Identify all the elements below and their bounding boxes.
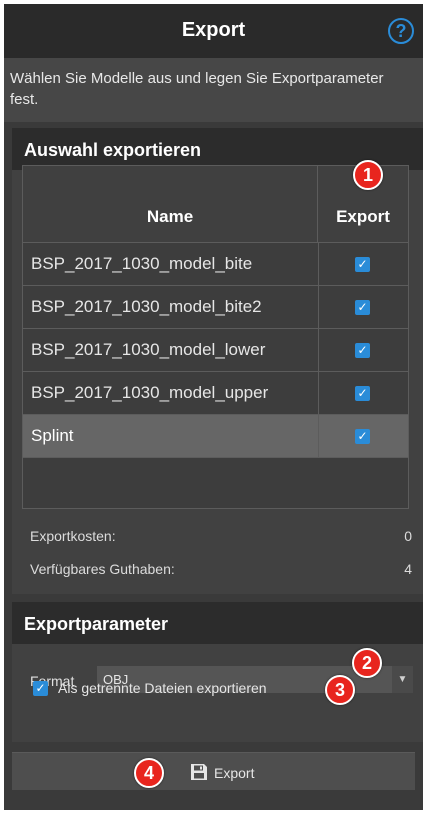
table-row-selected[interactable]: Splint ✓ — [23, 415, 408, 458]
parameters-section-title: Exportparameter — [24, 614, 169, 634]
callout-badge-2: 2 — [352, 648, 382, 678]
export-checkbox[interactable]: ✓ — [355, 300, 370, 315]
row-divider — [318, 286, 319, 328]
separate-files-label[interactable]: Als getrennte Dateien exportieren — [58, 680, 267, 696]
table-header: Name Export — [23, 166, 408, 243]
export-costs-label: Exportkosten: — [30, 528, 116, 544]
selection-section-title: Auswahl exportieren — [24, 140, 202, 160]
model-name: BSP_2017_1030_model_bite — [31, 254, 253, 273]
available-credit-label: Verfügbares Guthaben: — [30, 561, 175, 577]
parameters-section-header[interactable]: Exportparameter — [12, 602, 423, 644]
model-name: BSP_2017_1030_model_upper — [31, 383, 269, 402]
name-column-header[interactable]: Name — [23, 166, 318, 242]
panel-header: Export ? — [4, 4, 423, 58]
callout-badge-1: 1 — [353, 160, 383, 190]
row-divider — [318, 243, 319, 285]
name-column-label: Name — [146, 207, 194, 226]
model-name: BSP_2017_1030_model_lower — [31, 340, 266, 359]
row-divider — [318, 329, 319, 371]
panel-title: Export — [181, 19, 246, 41]
help-icon[interactable]: ? — [388, 18, 414, 44]
model-name: BSP_2017_1030_model_bite2 — [31, 297, 262, 316]
model-name: Splint — [31, 426, 74, 445]
callout-badge-4: 4 — [134, 758, 164, 788]
export-checkbox[interactable]: ✓ — [355, 257, 370, 272]
description-text: Wählen Sie Modelle aus und legen Sie Exp… — [10, 70, 384, 108]
table-row[interactable]: BSP_2017_1030_model_bite2 ✓ — [23, 286, 408, 329]
row-divider — [318, 372, 319, 414]
export-button-label: Export — [214, 765, 255, 781]
table-row[interactable]: BSP_2017_1030_model_lower ✓ — [23, 329, 408, 372]
export-costs-value: 0 — [404, 528, 412, 544]
floppy-disk-icon — [191, 764, 207, 780]
export-checkbox[interactable]: ✓ — [355, 343, 370, 358]
export-column-label: Export — [336, 207, 390, 226]
table-row[interactable]: BSP_2017_1030_model_bite ✓ — [23, 243, 408, 286]
table-row[interactable]: BSP_2017_1030_model_upper ✓ — [23, 372, 408, 415]
model-table: Name Export BSP_2017_1030_model_bite ✓ B… — [22, 165, 409, 509]
available-credit-value: 4 — [404, 561, 412, 577]
export-checkbox[interactable]: ✓ — [355, 386, 370, 401]
separate-files-checkbox[interactable]: ✓ — [33, 681, 48, 696]
row-divider — [318, 415, 319, 457]
chevron-down-icon[interactable]: ▼ — [392, 666, 413, 693]
callout-badge-3: 3 — [325, 675, 355, 705]
export-button[interactable]: Export — [12, 752, 415, 790]
export-checkbox[interactable]: ✓ — [355, 429, 370, 444]
description-box: Wählen Sie Modelle aus und legen Sie Exp… — [4, 58, 423, 122]
